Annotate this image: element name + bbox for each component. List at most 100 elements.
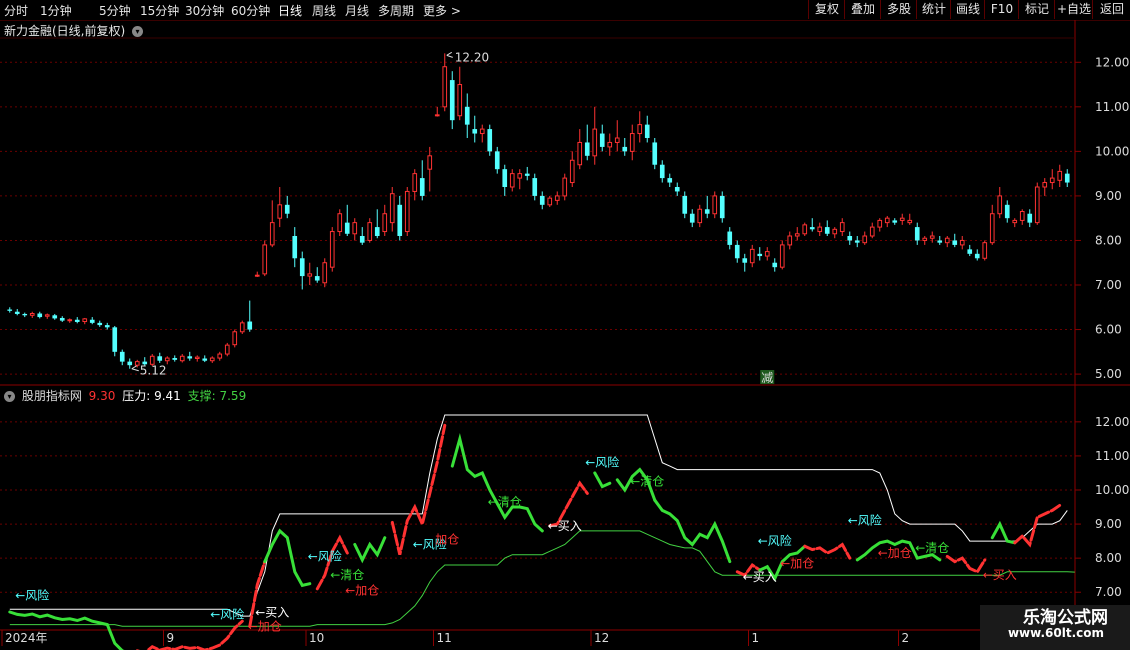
chevron-down-icon[interactable]: ▾ [132,26,144,37]
candle-body [847,236,853,241]
signal-label: ←风险 [585,455,619,470]
candle-body [652,142,658,165]
candle-body [569,159,575,184]
y-tick-label: 12.00 [1095,55,1129,69]
candle-body [307,273,313,277]
candle-body [127,361,133,366]
candle-body [629,133,635,152]
candle-body [449,80,455,121]
candle-body [194,356,200,359]
candle-body [404,190,410,233]
axes: 12.00 11.00 10.00 9.00 8.00 7.00 6.00 5.00 12.00… [1,55,1129,646]
pressure-value: 压力: 9.41 [122,389,181,403]
red-signal-segment [945,554,987,574]
candle-body [277,204,283,219]
candle-body [502,169,508,187]
candle-body [982,242,988,259]
candle-body [134,361,140,366]
candle-body [922,237,928,241]
y-tick-label: 12.00 [1095,415,1129,429]
candle-body [472,129,478,134]
candle-body [802,224,808,235]
red-signal-segment [1013,503,1062,548]
high-arrow [446,51,453,58]
candle-body [854,240,860,243]
candle-body [1012,219,1018,224]
candle-body [434,114,440,117]
signal-label: ←风险 [308,548,342,563]
candle-body [674,187,680,192]
y-tick-label: 5.00 [1095,367,1122,381]
candle-body [929,235,935,239]
candle-body [997,195,1003,215]
candle-body [622,146,628,152]
candle-body [359,236,365,243]
candle-body [772,262,778,268]
candle-body [682,195,688,214]
watermark-name: 乐淘公式网 [1023,608,1108,628]
candle-body [172,358,178,360]
kline-chart[interactable]: 12.205.12减←风险←风险 ←买入←加仓←风险←清仓←加仓←风险加仓←清仓←… [0,0,1130,650]
x-tick-label: 2 [902,631,910,645]
candle-body [352,222,358,235]
candle-body [944,237,950,244]
y-tick-label: 8.00 [1095,233,1122,247]
candle-body [532,178,538,196]
candle-body [52,315,58,319]
x-tick-label: 2024年 [5,631,48,645]
y-tick-label: 11.00 [1095,449,1129,463]
candle-body [659,164,665,179]
candle-body [217,353,223,359]
candle-body [1034,186,1040,224]
candle-body [239,322,245,333]
indicator-title: ▾ 股朋指标网 9.30 压力: 9.41 支撑: 7.59 [4,387,249,404]
stock-name: 新力金融(日线,前复权) [4,24,126,38]
green-signal-segment [593,471,612,489]
green-signal-segment [450,432,544,533]
candle-body [494,151,500,170]
candle-body [179,355,185,362]
candle-body [524,173,530,176]
candle-body [374,227,380,236]
red-signal-segment [136,619,244,650]
candle-body [262,244,268,275]
candle-body [329,231,335,268]
chart-title: 新力金融(日线,前复权) ▾ [4,22,144,39]
candle-body [884,217,890,224]
signal-label: ←买入 [743,570,777,584]
candle-body [464,106,470,125]
candle-body [397,204,403,236]
candle-body [314,276,320,281]
y-tick-label: 8.00 [1095,551,1122,565]
candle-body [112,327,118,352]
candle-body [712,195,718,215]
candle-body [367,222,373,241]
x-tick-label: 10 [309,631,324,645]
candle-body [202,358,208,361]
candle-body [419,178,425,196]
signal-label: ←风险 [758,533,792,548]
indicator-name: 股朋指标网 [21,389,82,403]
signal-label: ←加仓 [780,556,814,570]
candle-body [509,173,515,188]
candle-body [1057,170,1063,181]
candle-body [89,319,95,323]
support-value: 支撑: 7.59 [187,389,247,403]
candle-body [344,222,350,234]
candle-body [44,314,50,317]
candle-body [592,128,598,157]
candle-body [584,142,590,156]
chevron-down-icon[interactable]: ▾ [4,391,15,402]
candle-body [209,357,215,362]
candle-body [704,209,710,214]
candle-body [97,322,103,326]
candle-body [869,226,875,237]
candle-body [727,231,733,245]
candle-body [697,208,703,224]
candle-body [1004,204,1010,219]
candle-body [284,204,290,214]
signal-segments [8,423,1062,650]
signal-label: ←买入 [983,568,1017,582]
candle-body [734,244,740,259]
y-tick-label: 11.00 [1095,100,1129,114]
